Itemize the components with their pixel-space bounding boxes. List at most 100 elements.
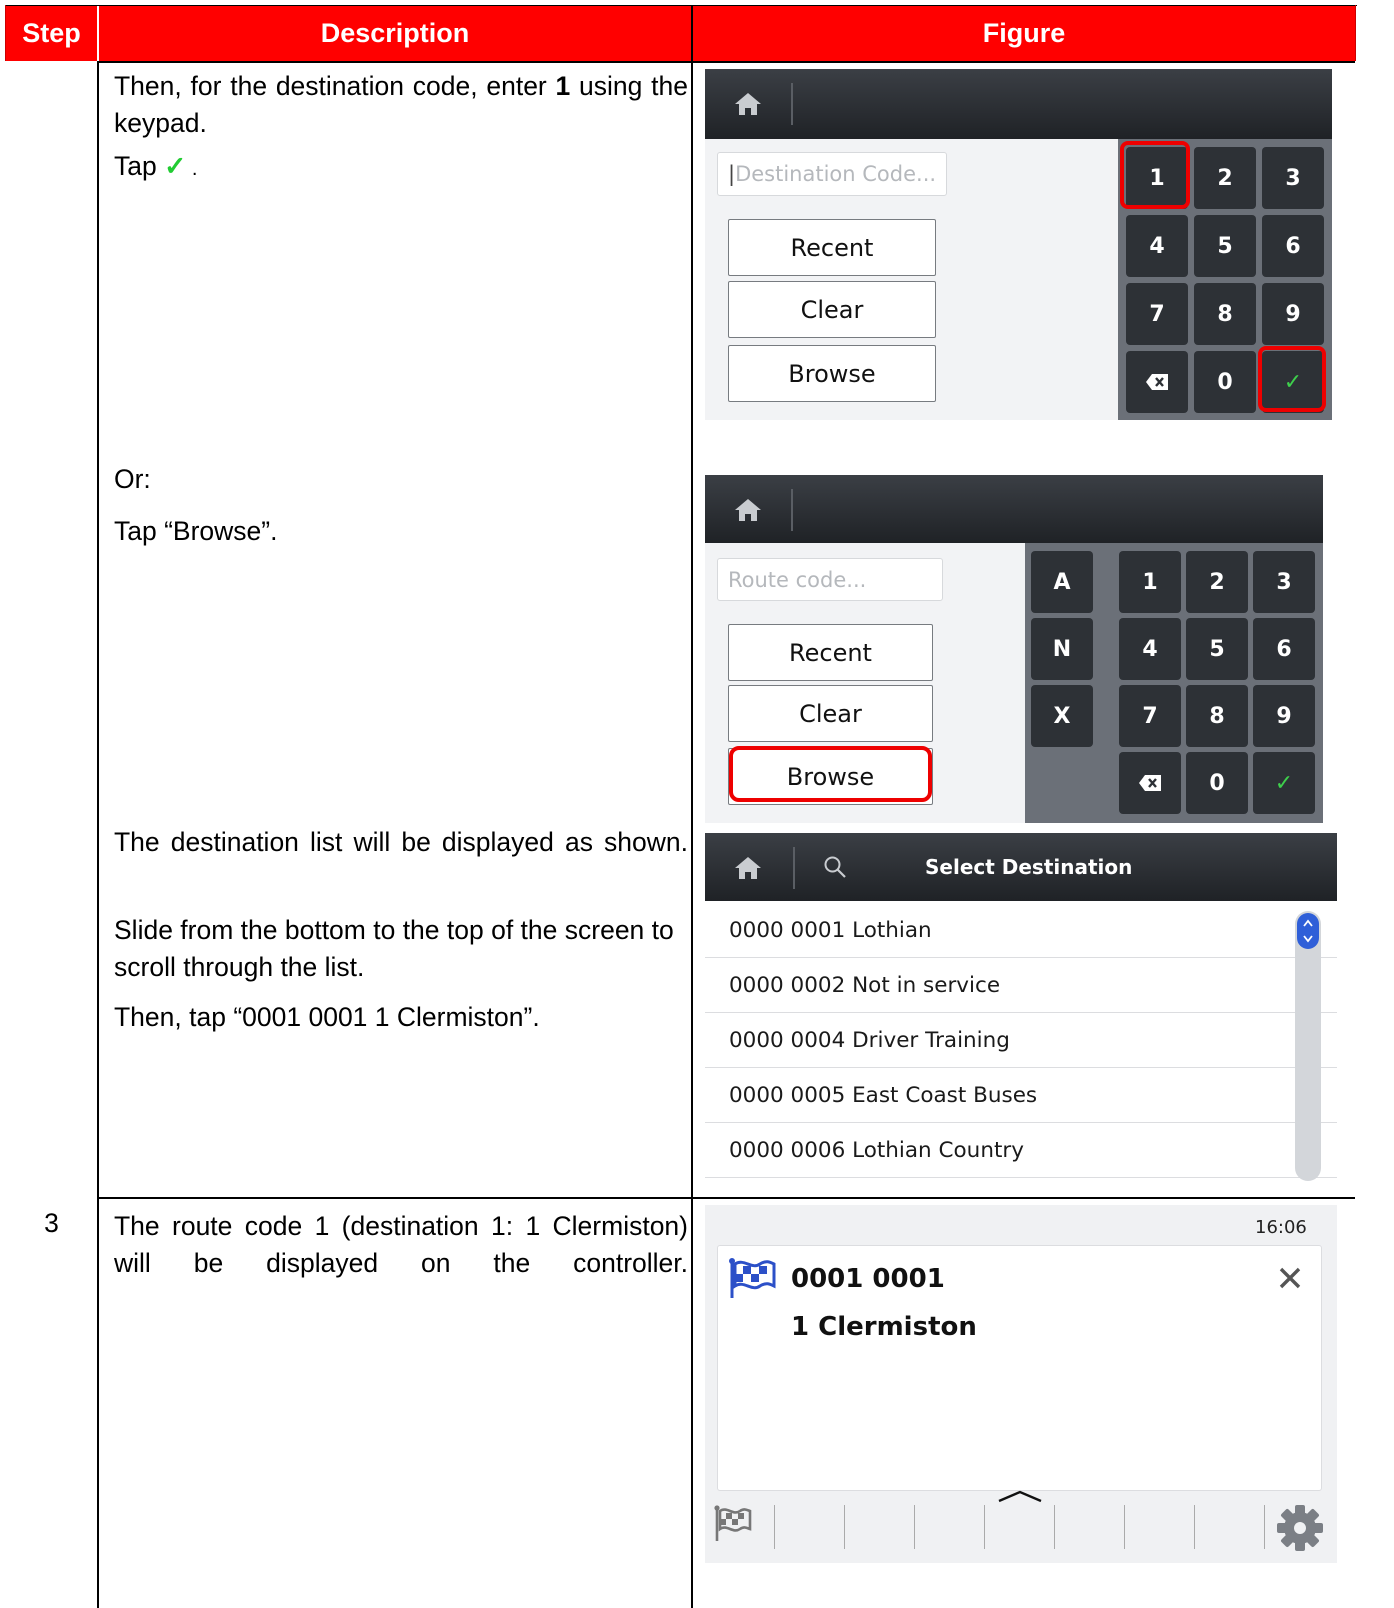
bottom-bar-separator — [914, 1505, 915, 1549]
clock: 16:06 — [1255, 1217, 1307, 1238]
key-3[interactable]: 3 — [1253, 551, 1315, 613]
home-icon[interactable] — [733, 497, 763, 523]
text-enter-code-bold: 1 — [555, 71, 571, 101]
flag-icon[interactable] — [713, 1505, 753, 1543]
text-tap-browse: Tap “Browse”. — [114, 516, 278, 546]
close-icon[interactable] — [1278, 1266, 1302, 1290]
description-or: Or: — [114, 461, 688, 498]
keypad: A N X 1 2 3 4 5 6 7 8 9 0 ✓ — [1025, 543, 1323, 823]
header-sep-1 — [97, 6, 99, 61]
key-2[interactable]: 2 — [1186, 551, 1248, 613]
list-item[interactable]: 0000 0002 Not in service — [705, 958, 1337, 1013]
col-divider-1 — [97, 61, 99, 1608]
check-icon: ✓ — [164, 151, 187, 181]
clear-button[interactable]: Clear — [728, 685, 933, 742]
key-4[interactable]: 4 — [1126, 215, 1188, 277]
placeholder-text: Route code... — [728, 567, 867, 592]
confirm-key[interactable]: ✓ — [1253, 752, 1315, 814]
key-9[interactable]: 9 — [1253, 685, 1315, 747]
backspace-icon — [1146, 374, 1168, 390]
key-8[interactable]: 8 — [1194, 283, 1256, 345]
text-tap-clermiston: Then, tap “0001 0001 1 Clermiston”. — [114, 1002, 540, 1032]
top-bar-separator — [791, 489, 793, 531]
top-bar: Select Destination — [705, 833, 1337, 901]
key-9[interactable]: 9 — [1262, 283, 1324, 345]
description-tap-check: Tap ✓ . — [114, 148, 688, 188]
bottom-bar-separator — [1264, 1505, 1265, 1549]
description-slide: Slide from the bottom to the top of the … — [114, 912, 688, 986]
list-item[interactable]: 0000 0006 Lothian Country — [705, 1123, 1337, 1178]
backspace-key[interactable] — [1119, 752, 1181, 814]
header-step: Step — [6, 6, 97, 61]
bottom-bar-separator — [774, 1505, 775, 1549]
key-a[interactable]: A — [1031, 551, 1093, 613]
text-route-displayed: The route code 1 (destination 1: 1 Clerm… — [114, 1211, 688, 1278]
key-5[interactable]: 5 — [1194, 215, 1256, 277]
route-name: 1 Clermiston — [791, 1312, 977, 1342]
text-cursor: | — [728, 162, 736, 186]
chevron-up-down-icon — [1303, 919, 1313, 943]
row-divider — [97, 1197, 1355, 1199]
description-list-displayed: The destination list will be displayed a… — [114, 824, 688, 861]
home-icon[interactable] — [733, 91, 763, 117]
header-figure: Figure — [693, 6, 1355, 61]
placeholder-text: Destination Code... — [735, 162, 937, 186]
route-code: 0001 0001 — [791, 1264, 945, 1294]
description-enter-code: Then, for the destination code, enter 1 … — [114, 68, 688, 142]
recent-button[interactable]: Recent — [728, 624, 933, 681]
key-4[interactable]: 4 — [1119, 618, 1181, 680]
header-divider — [97, 61, 1355, 63]
route-code-input[interactable]: Route code... — [717, 558, 943, 601]
description-route-displayed: The route code 1 (destination 1: 1 Clerm… — [114, 1208, 688, 1282]
key-0[interactable]: 0 — [1186, 752, 1248, 814]
description-tap-clermiston: Then, tap “0001 0001 1 Clermiston”. — [114, 999, 688, 1036]
recent-button[interactable]: Recent — [728, 219, 936, 276]
list-item[interactable]: 0000 0005 East Coast Buses — [705, 1068, 1337, 1123]
bottom-bar-separator — [1194, 1505, 1195, 1549]
key-x[interactable]: X — [1031, 685, 1093, 747]
key-1[interactable]: 1 — [1119, 551, 1181, 613]
highlight-browse-button — [729, 746, 932, 802]
key-n[interactable]: N — [1031, 618, 1093, 680]
header-description-label: Description — [320, 18, 470, 48]
key-0[interactable]: 0 — [1194, 351, 1256, 413]
screenshot-select-destination: Select Destination 0000 0001 Lothian 000… — [705, 833, 1337, 1183]
key-2[interactable]: 2 — [1194, 147, 1256, 209]
bottom-bar-separator — [1124, 1505, 1125, 1549]
key-6[interactable]: 6 — [1262, 215, 1324, 277]
screenshot-route-code: Route code... Recent Clear Browse A N X … — [705, 475, 1323, 823]
backspace-key[interactable] — [1126, 351, 1188, 413]
screenshot-destination-code: | Destination Code... Recent Clear Browse… — [705, 69, 1332, 420]
text-enter-code-a: Then, for the destination code, enter — [114, 71, 556, 101]
highlight-key-1 — [1120, 141, 1190, 209]
gear-icon[interactable] — [1275, 1503, 1325, 1553]
key-3[interactable]: 3 — [1262, 147, 1324, 209]
destination-code-input[interactable]: | Destination Code... — [717, 152, 947, 196]
bottom-bar-separator — [1054, 1505, 1055, 1549]
top-bar — [705, 69, 1332, 139]
backspace-icon — [1139, 775, 1161, 791]
list-item[interactable]: 0000 0004 Driver Training — [705, 1013, 1337, 1068]
home-icon[interactable] — [733, 855, 763, 881]
chevron-up-icon[interactable] — [997, 1489, 1043, 1505]
header-step-label: Step — [22, 18, 81, 48]
table-border-top — [5, 5, 1357, 6]
browse-button[interactable]: Browse — [728, 345, 936, 402]
clear-button[interactable]: Clear — [728, 281, 936, 338]
key-5[interactable]: 5 — [1186, 618, 1248, 680]
key-7[interactable]: 7 — [1126, 283, 1188, 345]
search-icon[interactable] — [823, 855, 847, 879]
text-slide: Slide from the bottom to the top of the … — [114, 915, 674, 982]
header-figure-label: Figure — [982, 18, 1066, 48]
key-7[interactable]: 7 — [1119, 685, 1181, 747]
key-6[interactable]: 6 — [1253, 618, 1315, 680]
header-description: Description — [99, 6, 691, 61]
scrollbar-thumb[interactable] — [1297, 913, 1319, 949]
top-bar-separator — [793, 847, 795, 889]
list-item[interactable]: 0000 0001 Lothian — [705, 903, 1337, 958]
scrollbar-track[interactable] — [1295, 911, 1321, 1181]
key-8[interactable]: 8 — [1186, 685, 1248, 747]
table-border-right — [1355, 5, 1356, 61]
bottom-bar-separator — [844, 1505, 845, 1549]
top-bar — [705, 475, 1323, 543]
